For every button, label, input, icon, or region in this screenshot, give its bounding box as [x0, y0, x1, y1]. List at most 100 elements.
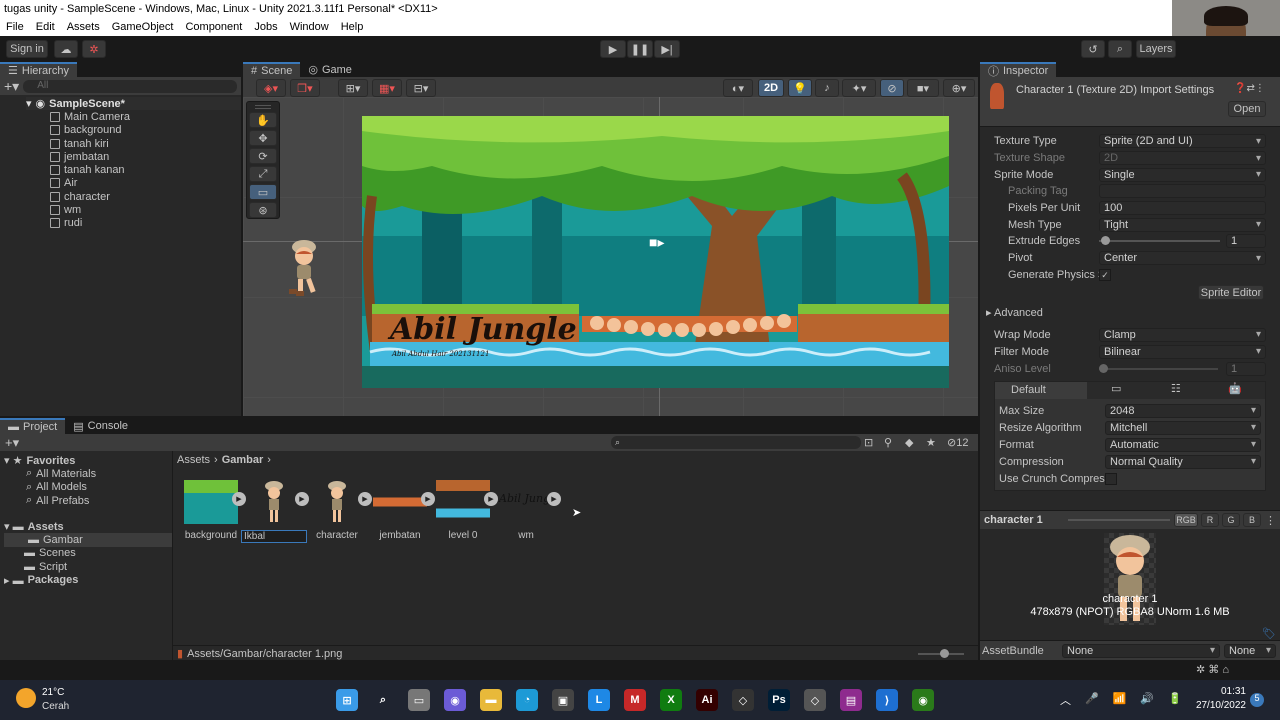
visibility-icon[interactable]: ⊘: [880, 79, 904, 97]
scene-viewport[interactable]: ✋ ✥ ⟳ ⤢ ▭ ⊛ Abil Jungle Abil Abdul Hair …: [243, 97, 978, 416]
breadcrumb-assets[interactable]: Assets: [177, 454, 210, 466]
generate-physics-checkbox[interactable]: ✓: [1099, 268, 1111, 281]
hierarchy-item[interactable]: Air: [50, 177, 241, 190]
assets-folder[interactable]: ▾ ▬ Assets: [4, 520, 172, 534]
battery-icon[interactable]: 🔋: [1168, 692, 1182, 708]
notification-badge[interactable]: 5: [1250, 693, 1264, 707]
inspector-field[interactable]: Tight: [1099, 217, 1266, 232]
snap-icon[interactable]: ⊞▾: [338, 79, 368, 97]
add-icon[interactable]: +▾: [4, 78, 19, 95]
hierarchy-search-input[interactable]: All: [23, 79, 237, 93]
step-button[interactable]: ▶|: [654, 40, 680, 58]
draw-mode-icon[interactable]: ◈▾: [256, 79, 286, 97]
camera-icon[interactable]: ■▾: [907, 79, 939, 97]
edge-icon[interactable]: ◔: [516, 689, 538, 711]
sprite-editor-button[interactable]: Sprite Editor: [1198, 285, 1264, 301]
favorite-item[interactable]: ⌕ All Materials: [26, 467, 172, 480]
hierarchy-item[interactable]: wm: [50, 203, 241, 216]
menu-item-file[interactable]: File: [6, 21, 24, 34]
asset-folder-item[interactable]: ▬ Script: [24, 560, 172, 573]
aniso-field[interactable]: 1: [1226, 361, 1266, 376]
inspector-field[interactable]: Center: [1099, 251, 1266, 266]
sign-in-button[interactable]: Sign in: [6, 40, 48, 58]
create-icon[interactable]: +▾: [5, 435, 19, 451]
filter-label-icon[interactable]: ⚲: [884, 436, 892, 449]
cube-mode-icon[interactable]: ❒▾: [290, 79, 320, 97]
favorite-item[interactable]: ⌕ All Prefabs: [26, 494, 172, 507]
menu-item-gameobject[interactable]: GameObject: [112, 21, 174, 34]
asset-thumbnail[interactable]: [436, 480, 490, 524]
xbox-icon[interactable]: X: [660, 689, 682, 711]
tab-hierarchy[interactable]: ☰ Hierarchy: [0, 62, 77, 77]
expand-sprite-button[interactable]: ▶: [295, 492, 309, 506]
crunch-checkbox[interactable]: [1105, 472, 1117, 485]
chevron-up-icon[interactable]: ︿: [1060, 692, 1071, 708]
asset-folder-item[interactable]: ▬ Scenes: [24, 547, 172, 560]
expand-sprite-button[interactable]: ▶: [421, 492, 435, 506]
menu-item-edit[interactable]: Edit: [36, 21, 55, 34]
more-icon[interactable]: ⋮: [1265, 514, 1276, 527]
aniso-slider[interactable]: [1099, 363, 1218, 373]
menu-item-jobs[interactable]: Jobs: [254, 21, 277, 34]
tag-icon[interactable]: ◆: [905, 436, 913, 449]
vscode-icon[interactable]: ⟩: [876, 689, 898, 711]
zoom-slider[interactable]: [918, 648, 964, 658]
character-sprite[interactable]: [287, 239, 321, 301]
hierarchy-item[interactable]: background: [50, 124, 241, 137]
favorite-item[interactable]: ⌕ All Models: [26, 481, 172, 494]
channel-rgb-button[interactable]: RGB: [1174, 513, 1198, 527]
unity-hub-icon[interactable]: ◇: [732, 689, 754, 711]
photoshop-icon[interactable]: Ps: [768, 689, 790, 711]
asset-thumbnail[interactable]: Abil Jung: [499, 480, 553, 524]
tab-project[interactable]: ▬ Project: [0, 418, 66, 434]
hierarchy-item[interactable]: tanah kanan: [50, 163, 241, 176]
expand-sprite-button[interactable]: ▶: [232, 492, 246, 506]
pause-button[interactable]: ❚❚: [627, 40, 653, 58]
cloud-icon[interactable]: ☁: [54, 40, 78, 58]
grid-snap-icon[interactable]: ▦▾: [372, 79, 402, 97]
task-view-icon[interactable]: ▭: [408, 689, 430, 711]
store-icon[interactable]: ▣: [552, 689, 574, 711]
inspector-field[interactable]: Sprite (2D and UI): [1099, 134, 1266, 149]
2d-toggle[interactable]: 2D: [758, 79, 784, 97]
audio-icon[interactable]: ♪: [815, 79, 839, 97]
channel-r-button[interactable]: R: [1201, 513, 1219, 527]
wrap-mode-dropdown[interactable]: Clamp: [1099, 327, 1266, 342]
hierarchy-item[interactable]: jembatan: [50, 150, 241, 163]
hidden-count-icon[interactable]: ⊘12: [947, 436, 968, 449]
mcafee-icon[interactable]: M: [624, 689, 646, 711]
inspector-field[interactable]: 100: [1099, 201, 1266, 216]
format-dropdown[interactable]: Automatic: [1105, 437, 1261, 452]
expand-sprite-button[interactable]: ▶: [358, 492, 372, 506]
hierarchy-item[interactable]: character: [50, 190, 241, 203]
shading-icon[interactable]: ◐▾: [723, 79, 753, 97]
background-sprite[interactable]: Abil Jungle Abil Abdul Hair 202131121: [362, 116, 949, 388]
breadcrumb-gambar[interactable]: Gambar: [222, 454, 264, 466]
illustrator-icon[interactable]: Ai: [696, 689, 718, 711]
clock-time[interactable]: 01:31: [1198, 686, 1246, 697]
android-icon[interactable]: 🤖: [1206, 382, 1266, 399]
hand-tool-icon[interactable]: ✋: [249, 112, 277, 128]
menu-item-help[interactable]: Help: [341, 21, 364, 34]
channel-g-button[interactable]: G: [1222, 513, 1240, 527]
camera-gizmo-icon[interactable]: ■▸: [649, 234, 664, 251]
asset-thumbnail[interactable]: [247, 480, 301, 524]
windows-start-icon[interactable]: ⊞: [336, 689, 358, 711]
increment-icon[interactable]: ⊟▾: [406, 79, 436, 97]
search-icon[interactable]: ⌕: [1108, 40, 1132, 58]
hierarchy-item[interactable]: tanah kiri: [50, 137, 241, 150]
speaker-icon[interactable]: 🔊: [1140, 692, 1154, 708]
weather-icon[interactable]: [16, 688, 36, 708]
compression-dropdown[interactable]: Normal Quality: [1105, 454, 1261, 469]
project-search-input[interactable]: ⌕: [611, 436, 861, 449]
menu-item-assets[interactable]: Assets: [67, 21, 100, 34]
lighting-icon[interactable]: 💡: [788, 79, 812, 97]
tab-game[interactable]: ◎ Game: [300, 62, 360, 77]
asset-folder-item[interactable]: ▬ Gambar: [4, 533, 172, 547]
chat-icon[interactable]: ◉: [444, 689, 466, 711]
gizmos-icon[interactable]: ⊕▾: [943, 79, 975, 97]
filter-type-icon[interactable]: ⊡: [864, 436, 873, 449]
packages-folder[interactable]: ▸ ▬ Packages: [4, 573, 172, 587]
status-icons[interactable]: ✲ ⌘ ⌂: [1196, 663, 1229, 676]
hierarchy-item[interactable]: rudi: [50, 217, 241, 230]
